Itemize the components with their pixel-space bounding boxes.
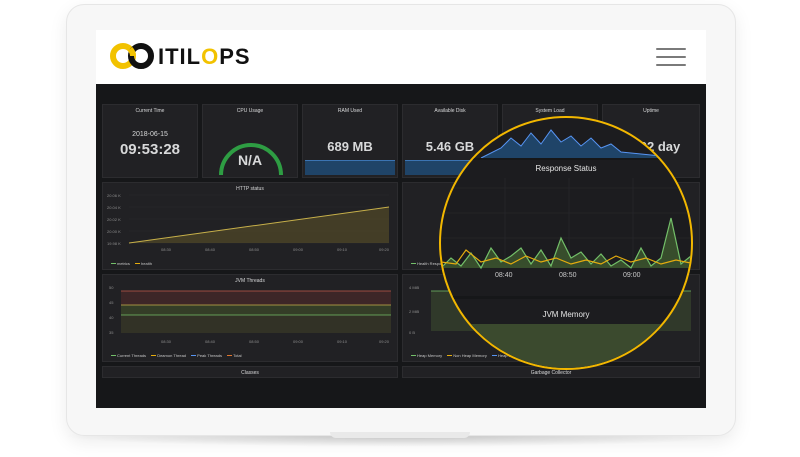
logo-icon — [110, 43, 154, 69]
y-tick: 45 — [109, 300, 114, 305]
cpu-usage-panel: CPU Usage N/A — [202, 104, 298, 178]
classes-panel: Classes — [102, 366, 398, 378]
x-tick: 08:50 — [249, 247, 260, 252]
current-date: 2018-06-15 — [132, 131, 168, 138]
y-tick: 2 MiB — [409, 309, 420, 314]
x-tick: 08:30 — [161, 247, 172, 252]
jvm-threads-chart — [121, 290, 391, 333]
legend-item[interactable]: Peak Threads — [191, 353, 222, 358]
y-tick: 20.06 K — [107, 193, 121, 198]
x-tick: 09:10 — [337, 339, 348, 344]
top-bar: ITILOPS — [96, 30, 706, 84]
jvm-threads-legend: Current Threads Deamon Thread Peak Threa… — [111, 353, 246, 358]
response-title: Response Status — [535, 164, 597, 173]
http-chart — [128, 194, 390, 244]
x-tick: 08:40 — [495, 272, 513, 279]
x-tick: 09:00 — [293, 339, 304, 344]
panel-title: RAM Used — [337, 108, 363, 114]
laptop-notch — [330, 432, 470, 438]
app-screen: ITILOPS Current Time 2018-06-15 09:53:28… — [96, 30, 706, 408]
x-tick: 08:50 — [249, 339, 260, 344]
jvm-threads-panel: JVM Threads 50 45 40 35 08:30 08:40 08:5… — [102, 274, 398, 362]
x-tick: 09:00 — [293, 247, 304, 252]
y-tick: 4 MiB — [409, 285, 420, 290]
y-tick: 35 — [109, 330, 114, 335]
x-tick: 08:40 — [205, 247, 216, 252]
x-tick: 09:10 — [337, 247, 348, 252]
panel-title: Uptime — [643, 108, 659, 114]
panel-title: Classes — [241, 370, 259, 376]
legend-item[interactable]: health — [135, 261, 152, 266]
y-tick: 20.00 K — [107, 229, 121, 234]
x-tick: 09:00 — [623, 272, 641, 279]
brand-name: ITILOPS — [158, 44, 251, 69]
legend-item[interactable]: Deamon Thread — [151, 353, 186, 358]
panel-title: System Load — [535, 108, 565, 114]
y-tick: 20.04 K — [107, 205, 121, 210]
x-tick: 08:40 — [205, 339, 216, 344]
panel-title: JVM Threads — [235, 278, 265, 284]
panel-title: Current Time — [135, 108, 165, 114]
current-time-panel: Current Time 2018-06-15 09:53:28 — [102, 104, 198, 178]
system-load-sparkline — [480, 129, 662, 159]
y-tick: 20.02 K — [107, 217, 121, 222]
legend-item[interactable]: Heap Memory — [411, 353, 442, 358]
y-tick: 0 B — [409, 330, 416, 335]
panel-title: Garbage Collector — [530, 370, 572, 376]
x-tick: 09:20 — [379, 339, 390, 344]
x-tick: 09:20 — [379, 247, 390, 252]
response-chart — [441, 178, 691, 270]
x-tick: 08:30 — [161, 339, 172, 344]
legend-item[interactable]: Current Threads — [111, 353, 146, 358]
panel-title: HTTP status — [236, 186, 264, 192]
y-tick: 19.98 K — [107, 241, 121, 246]
menu-icon[interactable] — [656, 48, 686, 72]
x-tick: 08:50 — [559, 272, 577, 279]
cpu-value: N/A — [237, 152, 263, 168]
http-status-panel: HTTP status 20.06 K 20.04 K 20.02 K 20.0… — [102, 182, 398, 270]
http-legend: metrics health — [111, 261, 156, 266]
legend-item[interactable]: Total — [227, 353, 242, 358]
jvm-memory-title: JVM Memory — [542, 310, 590, 319]
legend-item[interactable]: metrics — [111, 261, 130, 266]
y-tick: 40 — [109, 315, 114, 320]
ram-sparkline — [305, 160, 395, 175]
jvm-memory-area — [441, 324, 691, 368]
panel-title: Available Disk — [434, 108, 466, 114]
y-tick: 50 — [109, 285, 114, 290]
magnifier-lens: Response Status 08:40 08:50 09:00 JVM Me… — [439, 116, 693, 370]
current-time-value: 09:53:28 — [119, 141, 181, 158]
ram-value: 689 MB — [327, 139, 373, 154]
ram-used-panel: RAM Used 689 MB — [302, 104, 398, 178]
